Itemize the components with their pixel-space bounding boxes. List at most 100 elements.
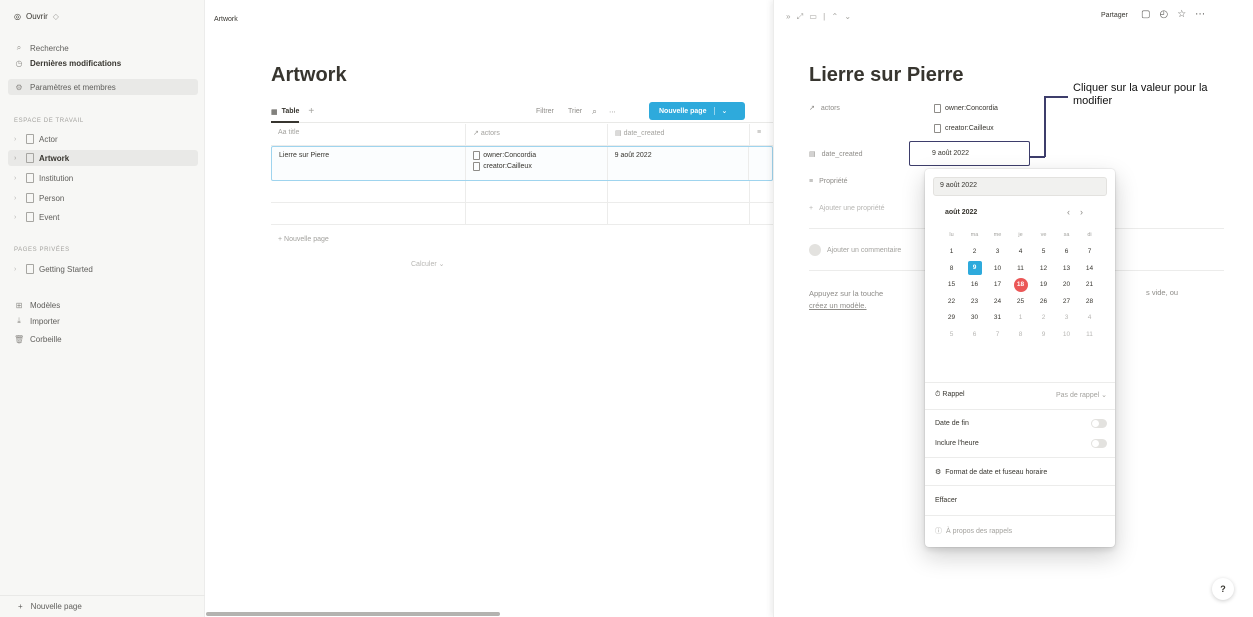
more-icon[interactable]: ⋯ — [1195, 9, 1205, 20]
cell-empty[interactable] — [271, 181, 466, 202]
calendar-day[interactable]: 2 — [963, 248, 986, 255]
chevron-down-icon[interactable]: ⌄ — [714, 107, 727, 115]
add-property-button[interactable]: + Ajouter une propriété — [809, 205, 884, 212]
end-date-row[interactable]: Date de fin — [935, 419, 1107, 428]
include-time-toggle[interactable] — [1091, 439, 1107, 448]
calendar-day[interactable]: 23 — [963, 298, 986, 305]
calendar-day[interactable]: 28 — [1078, 298, 1101, 305]
sidebar-import[interactable]: ⤓ Importer — [14, 314, 60, 328]
column-header-actors[interactable]: ↗ actors — [466, 124, 608, 145]
column-header-more[interactable]: ≡ — [750, 124, 773, 145]
cell-date[interactable]: 9 août 2022 — [608, 147, 750, 180]
calendar-day[interactable]: 3 — [1055, 314, 1078, 321]
cell-actors[interactable]: owner:Concordia creator:Cailleux — [466, 147, 608, 180]
new-page-button[interactable]: Nouvelle page ⌄ — [649, 102, 745, 120]
cell-empty[interactable] — [466, 181, 608, 202]
calendar-day[interactable]: 26 — [1032, 298, 1055, 305]
calendar-day[interactable]: 5 — [1032, 248, 1055, 255]
breadcrumb[interactable]: Artwork — [214, 16, 238, 23]
calendar-day[interactable]: 7 — [1078, 248, 1101, 255]
calendar-day[interactable]: 10 — [986, 265, 1009, 272]
calendar-day[interactable]: 7 — [986, 331, 1009, 338]
calendar-day[interactable]: 18 — [1009, 277, 1032, 292]
calendar-day[interactable]: 1 — [1009, 314, 1032, 321]
add-comment[interactable]: Ajouter un commentaire — [809, 244, 901, 256]
calendar-day[interactable]: 3 — [986, 248, 1009, 255]
more-icon[interactable]: ⋯ — [609, 108, 616, 116]
sidebar-item-institution[interactable]: › Institution — [14, 171, 73, 185]
calendar-day[interactable]: 4 — [1078, 314, 1101, 321]
calendar-day[interactable]: 29 — [940, 314, 963, 321]
calendar-day[interactable]: 6 — [1055, 248, 1078, 255]
sidebar-settings[interactable]: ⚙ Paramètres et membres — [14, 80, 115, 94]
property-actors[interactable]: ↗ actors — [809, 104, 840, 113]
calendar-day[interactable]: 11 — [1078, 331, 1101, 338]
calendar-day[interactable]: 22 — [940, 298, 963, 305]
calendar-day[interactable]: 13 — [1055, 265, 1078, 272]
calendar-day[interactable]: 9 — [963, 261, 986, 276]
cell-empty[interactable] — [608, 203, 750, 224]
search-icon[interactable]: ⌕ — [592, 106, 597, 117]
calendar-day[interactable]: 31 — [986, 314, 1009, 321]
sidebar-item-event[interactable]: › Event — [14, 210, 59, 224]
date-format-row[interactable]: ⚙ Format de date et fuseau horaire — [935, 468, 1107, 477]
comment-icon[interactable]: ▢ — [1141, 9, 1150, 20]
history-icon[interactable]: ◴ — [1159, 9, 1168, 20]
layout-icon[interactable]: ▭ — [809, 12, 819, 21]
calendar-day[interactable]: 16 — [963, 281, 986, 288]
sidebar-item-artwork[interactable]: › Artwork — [14, 151, 69, 165]
cell-empty[interactable] — [466, 203, 608, 224]
calendar-day[interactable]: 27 — [1055, 298, 1078, 305]
star-icon[interactable]: ☆ — [1177, 9, 1186, 20]
help-button[interactable]: ? — [1212, 578, 1234, 600]
close-panel-icon[interactable]: » — [786, 12, 792, 21]
cell-empty[interactable] — [608, 181, 750, 202]
calendar-day[interactable]: 5 — [940, 331, 963, 338]
sidebar-item-actor[interactable]: › Actor — [14, 132, 58, 146]
add-view-icon[interactable]: + — [308, 106, 314, 117]
filter-button[interactable]: Filtrer — [536, 108, 554, 115]
calendar-day[interactable]: 15 — [940, 281, 963, 288]
peek-nav-controls[interactable]: » ⤢ ▭ | ⌃ ⌄ — [786, 12, 853, 22]
sort-button[interactable]: Trier — [568, 108, 582, 115]
chevron-right-icon[interactable]: › — [14, 175, 21, 182]
property-date[interactable]: ▤ date_created — [809, 150, 863, 159]
calendar-day[interactable]: 11 — [1009, 265, 1032, 272]
cell-extra[interactable] — [749, 147, 772, 180]
chevron-left-icon[interactable]: ‹ — [1067, 207, 1070, 217]
cell-title[interactable]: Lierre sur Pierre — [272, 147, 467, 180]
chevron-up-icon[interactable]: ⌃ — [831, 12, 840, 21]
calendar-day[interactable]: 8 — [940, 265, 963, 272]
chevron-right-icon[interactable]: › — [14, 266, 21, 273]
date-input[interactable]: 9 août 2022 — [933, 177, 1107, 196]
table-row[interactable]: Lierre sur Pierre owner:Concordia creato… — [271, 146, 773, 181]
calendar-day[interactable]: 20 — [1055, 281, 1078, 288]
horizontal-scrollbar[interactable] — [206, 612, 500, 616]
actor-value[interactable]: creator:Cailleux — [934, 124, 994, 133]
page-title[interactable]: Artwork — [271, 64, 347, 87]
sidebar-search[interactable]: ⌕ Recherche — [14, 41, 69, 55]
actor-value[interactable]: owner:Concordia — [934, 104, 998, 113]
calendar-day[interactable]: 4 — [1009, 248, 1032, 255]
chevron-right-icon[interactable]: › — [14, 214, 21, 221]
calendar-day[interactable]: 24 — [986, 298, 1009, 305]
sidebar-trash[interactable]: 🗑 Corbeille — [14, 332, 62, 346]
chevron-down-icon[interactable]: ⌄ — [844, 12, 853, 21]
relation-item[interactable]: owner:Concordia — [473, 151, 599, 160]
calendar-day[interactable]: 10 — [1055, 331, 1078, 338]
calendar-day[interactable]: 17 — [986, 281, 1009, 288]
table-row[interactable] — [271, 181, 773, 203]
chevron-right-icon[interactable]: › — [1080, 207, 1083, 217]
sidebar-recent[interactable]: ◷ Dernières modifications — [14, 56, 122, 70]
reminder-row[interactable]: ⏱ Rappel Pas de rappel ⌄ — [935, 391, 1107, 399]
property-propriete[interactable]: ≡ Propriété — [809, 178, 848, 185]
clear-button[interactable]: Effacer — [935, 497, 1107, 504]
cell-empty[interactable] — [271, 203, 466, 224]
new-row-button[interactable]: + Nouvelle page — [278, 236, 329, 243]
expand-icon[interactable]: ⤢ — [797, 12, 805, 21]
table-row[interactable] — [271, 203, 773, 225]
chevron-right-icon[interactable]: › — [14, 136, 21, 143]
cell-empty[interactable] — [750, 181, 773, 202]
about-reminders-link[interactable]: ⓘ À propos des rappels — [935, 526, 1107, 536]
calendar-day[interactable]: 19 — [1032, 281, 1055, 288]
